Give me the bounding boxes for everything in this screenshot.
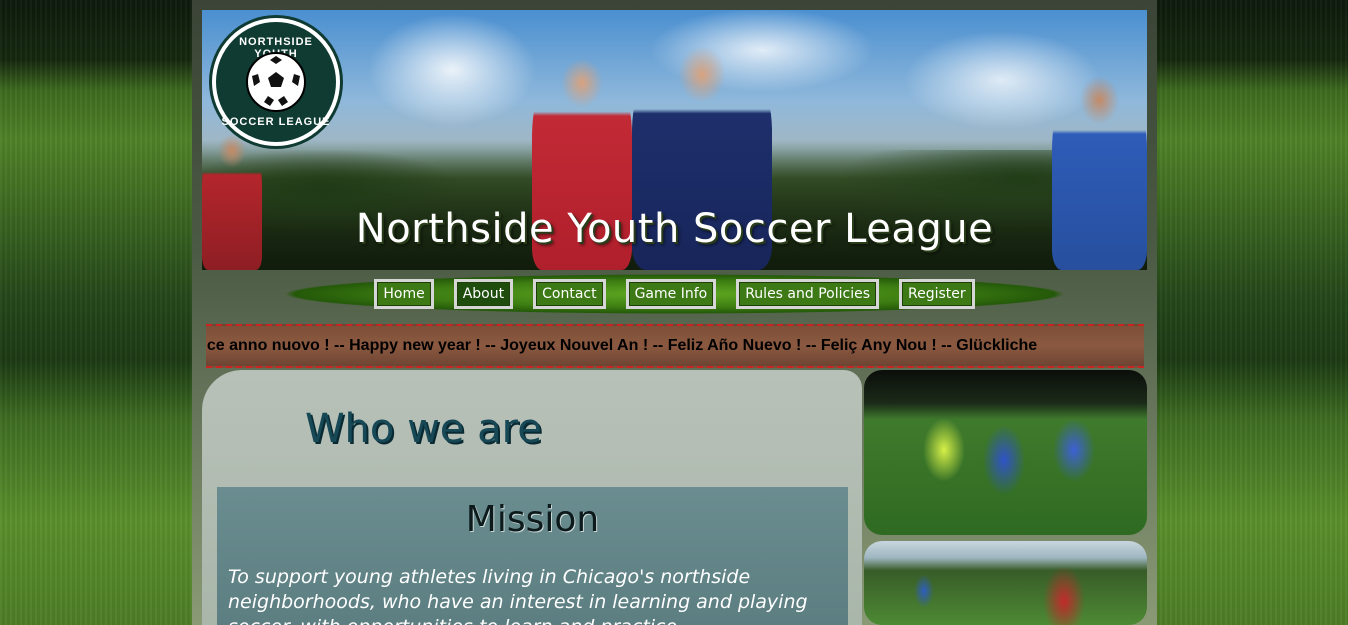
mission-text: To support young athletes living in Chic… — [228, 566, 808, 625]
sidebar-photo-players-running — [864, 370, 1147, 535]
header-banner: NORTHSIDE YOUTH SOCCER LEAGUE Northside … — [202, 10, 1147, 270]
sidebar-photo-match — [864, 541, 1147, 625]
page-heading: Who we are — [305, 406, 542, 452]
league-logo[interactable]: NORTHSIDE YOUTH SOCCER LEAGUE — [212, 18, 340, 146]
mission-title: Mission — [465, 499, 600, 540]
page-container: NORTHSIDE YOUTH SOCCER LEAGUE Northside … — [192, 0, 1157, 625]
nav-register[interactable]: Register — [899, 279, 975, 309]
nav-game-info[interactable]: Game Info — [625, 279, 717, 309]
nav-rules-and-policies[interactable]: Rules and Policies — [736, 279, 879, 309]
nav-about[interactable]: About — [453, 279, 514, 309]
ticker-text: lice anno nuovo ! -- Happy new year ! --… — [206, 337, 1038, 354]
content-panel: Who we are Mission To support young athl… — [202, 370, 862, 625]
mission-box: Mission To support young athletes living… — [217, 487, 848, 625]
main-nav: Home About Contact Game Info Rules and P… — [202, 270, 1147, 318]
logo-bottom-text: SOCCER LEAGUE — [221, 116, 331, 128]
news-ticker: lice anno nuovo ! -- Happy new year ! --… — [206, 324, 1144, 368]
nav-contact[interactable]: Contact — [533, 279, 606, 309]
site-title: Northside Youth Soccer League — [355, 206, 994, 252]
nav-home[interactable]: Home — [374, 279, 434, 309]
soccer-ball-icon — [246, 52, 306, 112]
